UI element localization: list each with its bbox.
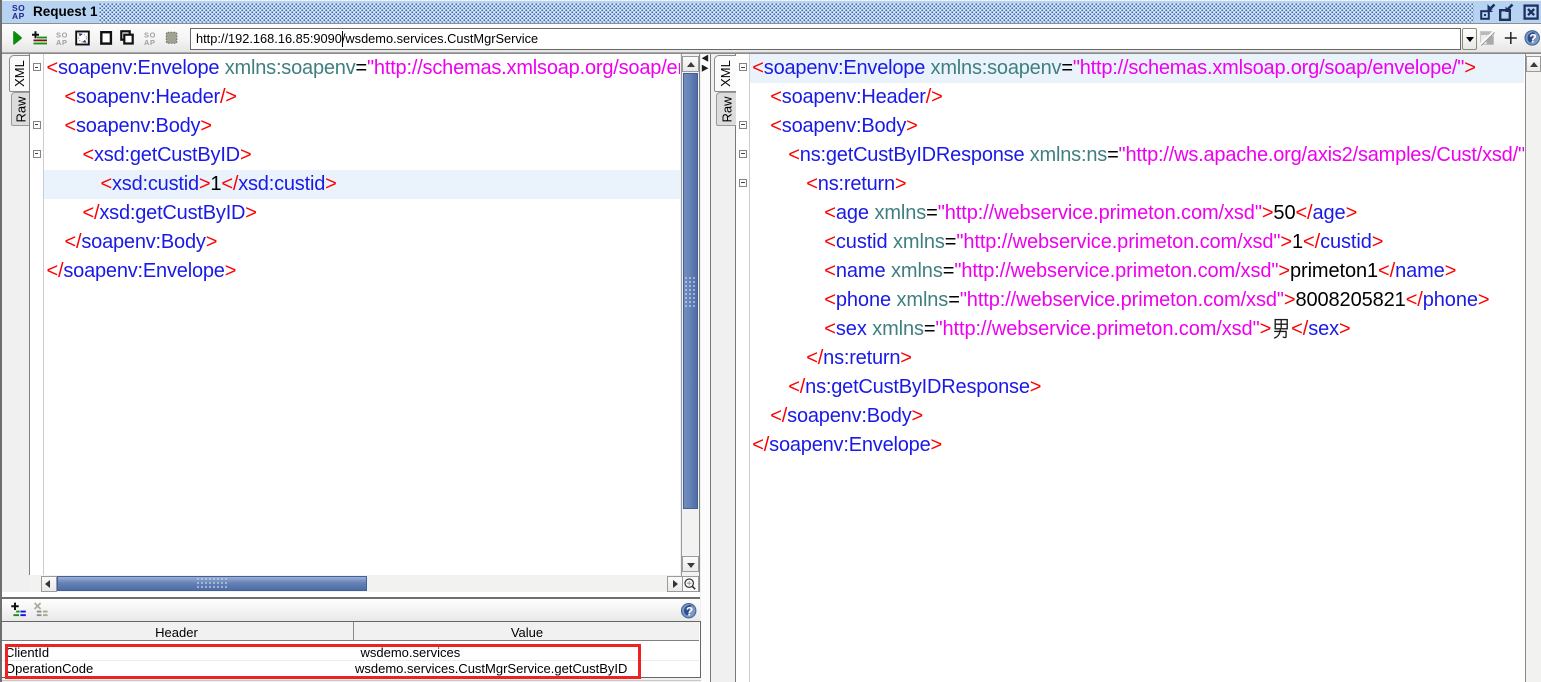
svg-text:?: ?	[1529, 32, 1536, 46]
svg-text:?: ?	[686, 604, 693, 618]
svg-text:AP: AP	[144, 38, 156, 47]
svg-text:AP: AP	[56, 38, 68, 47]
